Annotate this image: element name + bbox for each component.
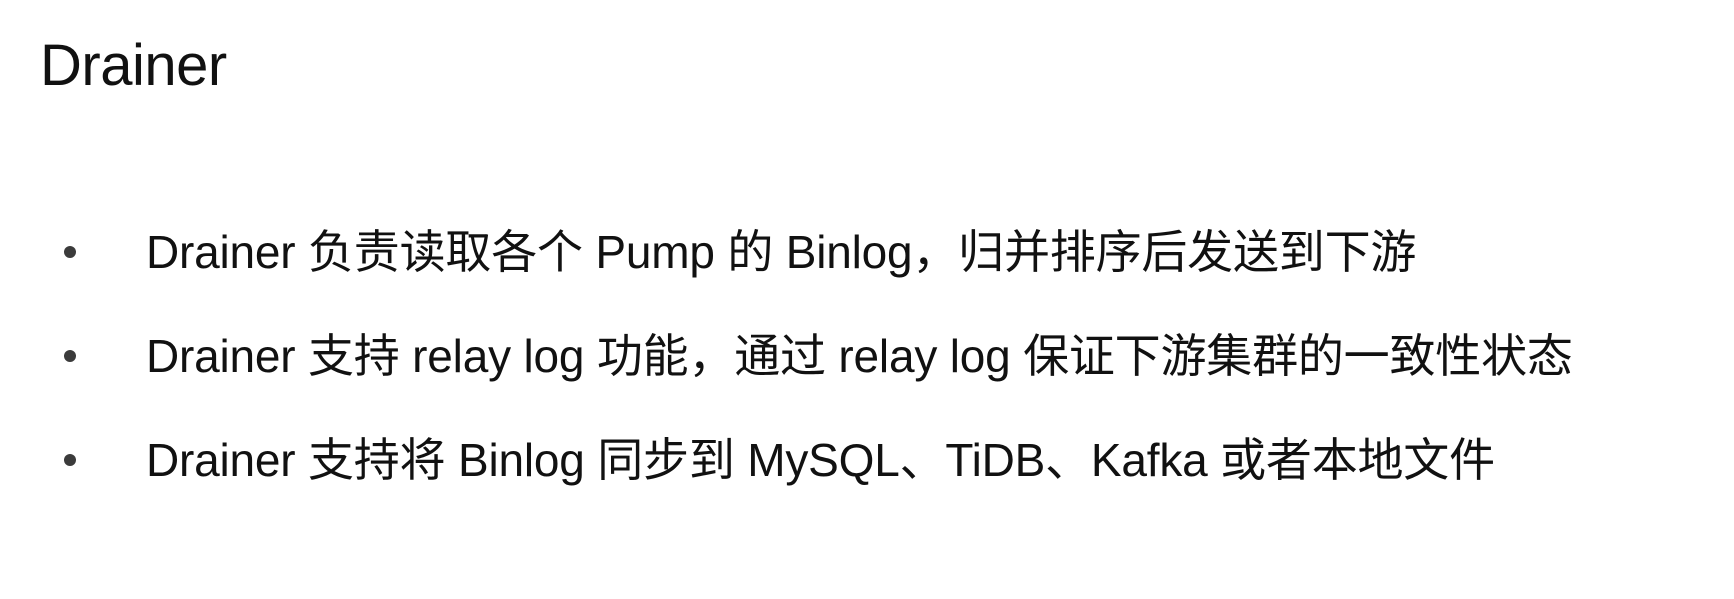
bullet-list: Drainer 负责读取各个 Pump 的 Binlog，归并排序后发送到下游 … (0, 214, 1734, 526)
bullet-text: Drainer 负责读取各个 Pump 的 Binlog，归并排序后发送到下游 (146, 226, 1417, 278)
bullet-dot-icon (64, 350, 76, 362)
bullet-dot-icon (64, 246, 76, 258)
slide: Drainer Drainer 负责读取各个 Pump 的 Binlog，归并排… (0, 0, 1734, 599)
bullet-item: Drainer 支持 relay log 功能，通过 relay log 保证下… (0, 318, 1734, 422)
slide-title: Drainer (40, 33, 227, 98)
bullet-item: Drainer 支持将 Binlog 同步到 MySQL、TiDB、Kafka … (0, 422, 1734, 526)
bullet-text: Drainer 支持 relay log 功能，通过 relay log 保证下… (146, 330, 1573, 382)
bullet-text: Drainer 支持将 Binlog 同步到 MySQL、TiDB、Kafka … (146, 434, 1495, 486)
bullet-item: Drainer 负责读取各个 Pump 的 Binlog，归并排序后发送到下游 (0, 214, 1734, 318)
bullet-dot-icon (64, 454, 76, 466)
